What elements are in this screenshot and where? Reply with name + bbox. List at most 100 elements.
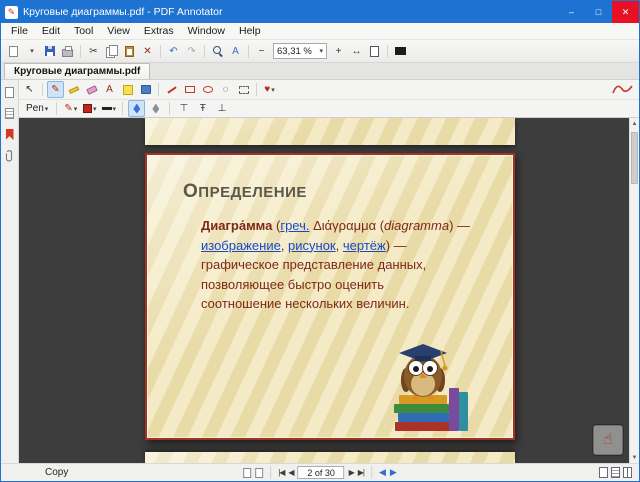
previous-view-button[interactable]: ◀ — [379, 467, 386, 478]
menu-view[interactable]: View — [100, 25, 137, 37]
delete-button[interactable]: ✕ — [139, 43, 156, 60]
previous-page-button[interactable]: ◀ — [288, 468, 293, 477]
menu-tool[interactable]: Tool — [67, 25, 100, 37]
chevron-down-icon: ▾ — [271, 86, 275, 94]
minimize-button[interactable]: – — [558, 1, 585, 23]
last-page-button[interactable]: ▶| — [358, 468, 364, 477]
close-button[interactable]: ✕ — [612, 1, 639, 23]
plain-pen-toggle[interactable] — [147, 100, 164, 117]
next-page-button[interactable]: ▶ — [349, 468, 354, 477]
status-separator — [371, 466, 372, 479]
redo-button[interactable]: ↷ — [183, 43, 200, 60]
page-number-input[interactable]: 2 of 30 — [298, 466, 345, 479]
new-document-menu-button[interactable]: ▾ — [23, 43, 40, 60]
lasso-tool-button[interactable]: ◌ — [217, 81, 234, 98]
fit-width-icon: ↔ — [352, 46, 362, 57]
menu-extras[interactable]: Extras — [137, 25, 181, 37]
scroll-down-button[interactable]: ▼ — [630, 452, 639, 463]
page-1-partial[interactable] — [145, 118, 515, 145]
highlighter-icon — [68, 86, 79, 94]
snapshot-tool-button[interactable] — [235, 81, 252, 98]
pen-style-button[interactable]: ✎ ▾ — [62, 100, 79, 117]
link-izobrazhenie[interactable]: изображение — [201, 238, 281, 253]
snap-bottom-icon: ⊥ — [217, 103, 226, 114]
link-chertezh[interactable]: чертёж — [343, 238, 386, 253]
select-text-button[interactable]: A — [227, 43, 244, 60]
toolbar-separator — [158, 83, 159, 96]
fit-page-button[interactable] — [366, 43, 383, 60]
toolbar-separator — [122, 102, 123, 115]
new-document-button[interactable] — [5, 43, 22, 60]
pressure-pen-toggle[interactable] — [128, 100, 145, 117]
zoom-level-select[interactable]: 63,31 % ▾ — [273, 43, 327, 59]
color-picker-button[interactable]: ▾ — [81, 100, 98, 117]
zoom-in-button[interactable]: + — [330, 43, 347, 60]
snapshot-icon — [239, 86, 249, 94]
eraser-tool-button[interactable] — [83, 81, 100, 98]
line-width-button[interactable]: ▾ — [100, 100, 117, 117]
copy-button[interactable] — [103, 43, 120, 60]
print-button[interactable] — [59, 43, 76, 60]
layout-facing-icon[interactable] — [623, 467, 632, 478]
select-tool-button[interactable]: ↖ — [21, 81, 38, 98]
chevron-down-icon: ▾ — [74, 105, 78, 113]
fit-width-button[interactable]: ↔ — [348, 43, 365, 60]
bookmarks-panel-button[interactable] — [3, 128, 16, 141]
layout-single-icon[interactable] — [599, 467, 608, 478]
snap-middle-button[interactable]: Ŧ — [194, 100, 211, 117]
annotations-panel-button[interactable] — [3, 107, 16, 120]
menu-file[interactable]: File — [4, 25, 35, 37]
link-risunok[interactable]: рисунок — [288, 238, 336, 253]
rectangle-tool-button[interactable] — [181, 81, 198, 98]
document-canvas[interactable]: ОПРЕДЕЛЕНИЕ Диагра́мма (греч. Διάγραμμα … — [19, 118, 629, 463]
owl-books-clipart — [393, 342, 471, 434]
menu-window[interactable]: Window — [181, 25, 232, 37]
cut-button[interactable]: ✂ — [85, 43, 102, 60]
thumbnails-panel-button[interactable] — [3, 86, 16, 99]
save-icon — [45, 46, 55, 56]
pen-preset-dropdown[interactable]: Pen ▾ — [23, 101, 51, 116]
next-view-button[interactable]: ▶ — [390, 467, 397, 478]
paste-button[interactable] — [121, 43, 138, 60]
pen-nib-gray-icon — [152, 104, 159, 114]
first-page-button[interactable]: |◀ — [278, 468, 284, 477]
sticky-note-icon — [123, 85, 133, 95]
chevron-down-icon: ▾ — [113, 105, 117, 113]
line-tool-button[interactable] — [163, 81, 180, 98]
stamp-tool-button[interactable] — [137, 81, 154, 98]
scroll-up-button[interactable]: ▲ — [630, 118, 639, 129]
menu-help[interactable]: Help — [232, 25, 268, 37]
maximize-button[interactable]: □ — [585, 1, 612, 23]
text-tool-button[interactable]: A — [101, 81, 118, 98]
link-grech[interactable]: греч. — [280, 218, 309, 233]
page-3-partial[interactable] — [145, 452, 515, 463]
continuous-view-icon[interactable] — [255, 468, 263, 478]
scrollbar-thumb[interactable] — [631, 132, 638, 184]
window-title: Круговые диаграммы.pdf - PDF Annotator — [23, 6, 222, 18]
fullscreen-button[interactable] — [392, 43, 409, 60]
single-page-view-icon[interactable] — [243, 468, 251, 478]
save-button[interactable] — [41, 43, 58, 60]
heart-stamp-button[interactable]: ♥ ▾ — [261, 81, 278, 98]
vertical-scrollbar[interactable]: ▲ ▼ — [629, 118, 639, 463]
toolbar-separator — [248, 45, 249, 58]
menu-edit[interactable]: Edit — [35, 25, 67, 37]
layout-continuous-icon[interactable] — [611, 467, 620, 478]
page-2-slide[interactable]: ОПРЕДЕЛЕНИЕ Диагра́мма (греч. Διάγραμμα … — [145, 153, 515, 440]
tab-active-document[interactable]: Круговые диаграммы.pdf — [4, 63, 150, 79]
pan-tool-button[interactable]: ☝ — [593, 425, 623, 455]
highlighter-tool-button[interactable] — [65, 81, 82, 98]
snap-bottom-button[interactable]: ⊥ — [213, 100, 230, 117]
bookmark-icon — [6, 129, 14, 140]
attachments-panel-button[interactable] — [3, 149, 16, 162]
ellipse-tool-button[interactable] — [199, 81, 216, 98]
find-button[interactable] — [209, 43, 226, 60]
pdf-annotator-window: ✎ Круговые диаграммы.pdf - PDF Annotator… — [0, 0, 640, 482]
ink-preview-button[interactable] — [612, 81, 634, 98]
note-tool-button[interactable] — [119, 81, 136, 98]
undo-button[interactable]: ↶ — [165, 43, 182, 60]
zoom-out-button[interactable]: − — [253, 43, 270, 60]
snap-top-button[interactable]: ⊤ — [175, 100, 192, 117]
rectangle-icon — [185, 86, 195, 93]
pen-tool-button[interactable]: ✎ — [47, 81, 64, 98]
